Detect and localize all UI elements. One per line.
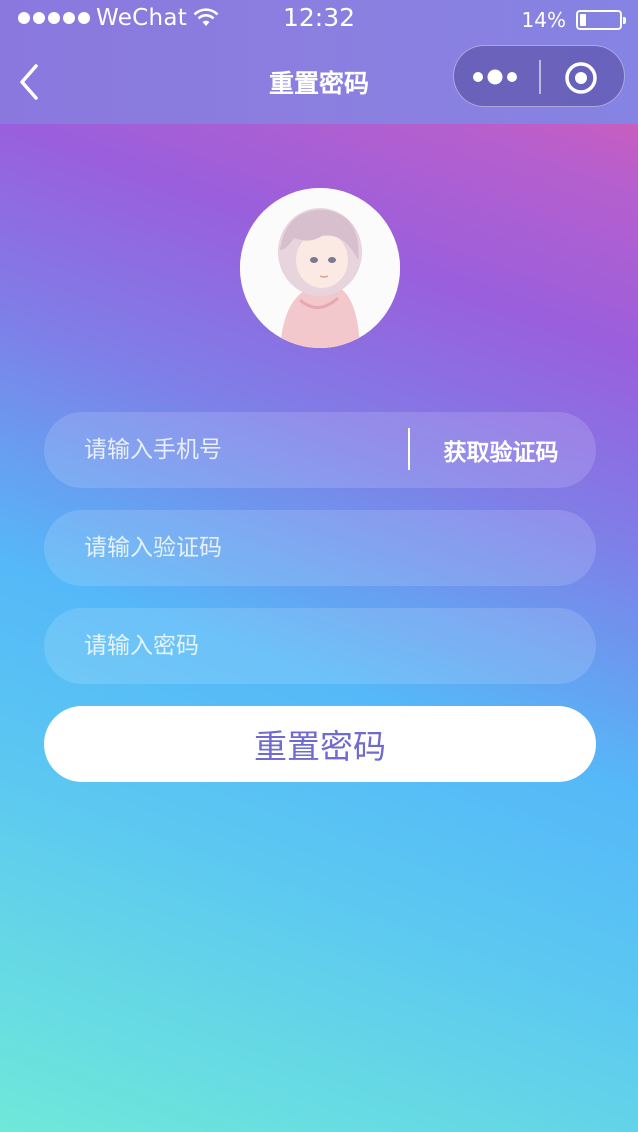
battery-level-fill [580,14,586,26]
battery-percent: 14% [521,8,566,32]
capsule-divider [539,60,541,94]
password-field [44,608,596,684]
phone-field: 获取验证码 [44,412,596,488]
user-avatar[interactable] [240,188,400,348]
target-close-icon[interactable] [564,61,598,95]
verification-code-input[interactable] [84,510,424,586]
code-divider [408,428,410,470]
navbar-content: 重置密码 [0,40,638,124]
more-dots-icon[interactable] [470,62,524,92]
mini-program-capsule [453,45,625,107]
battery-icon [576,10,626,30]
status-battery-group: 14% [521,8,626,32]
status-bar: WeChat 12:32 14% [0,0,638,40]
password-input[interactable] [84,608,424,684]
code-field [44,510,596,586]
avatar-illustration [240,188,400,348]
reset-password-button[interactable]: 重置密码 [44,706,596,782]
get-code-button[interactable]: 获取验证码 [416,412,586,488]
phone-input[interactable] [84,412,424,488]
